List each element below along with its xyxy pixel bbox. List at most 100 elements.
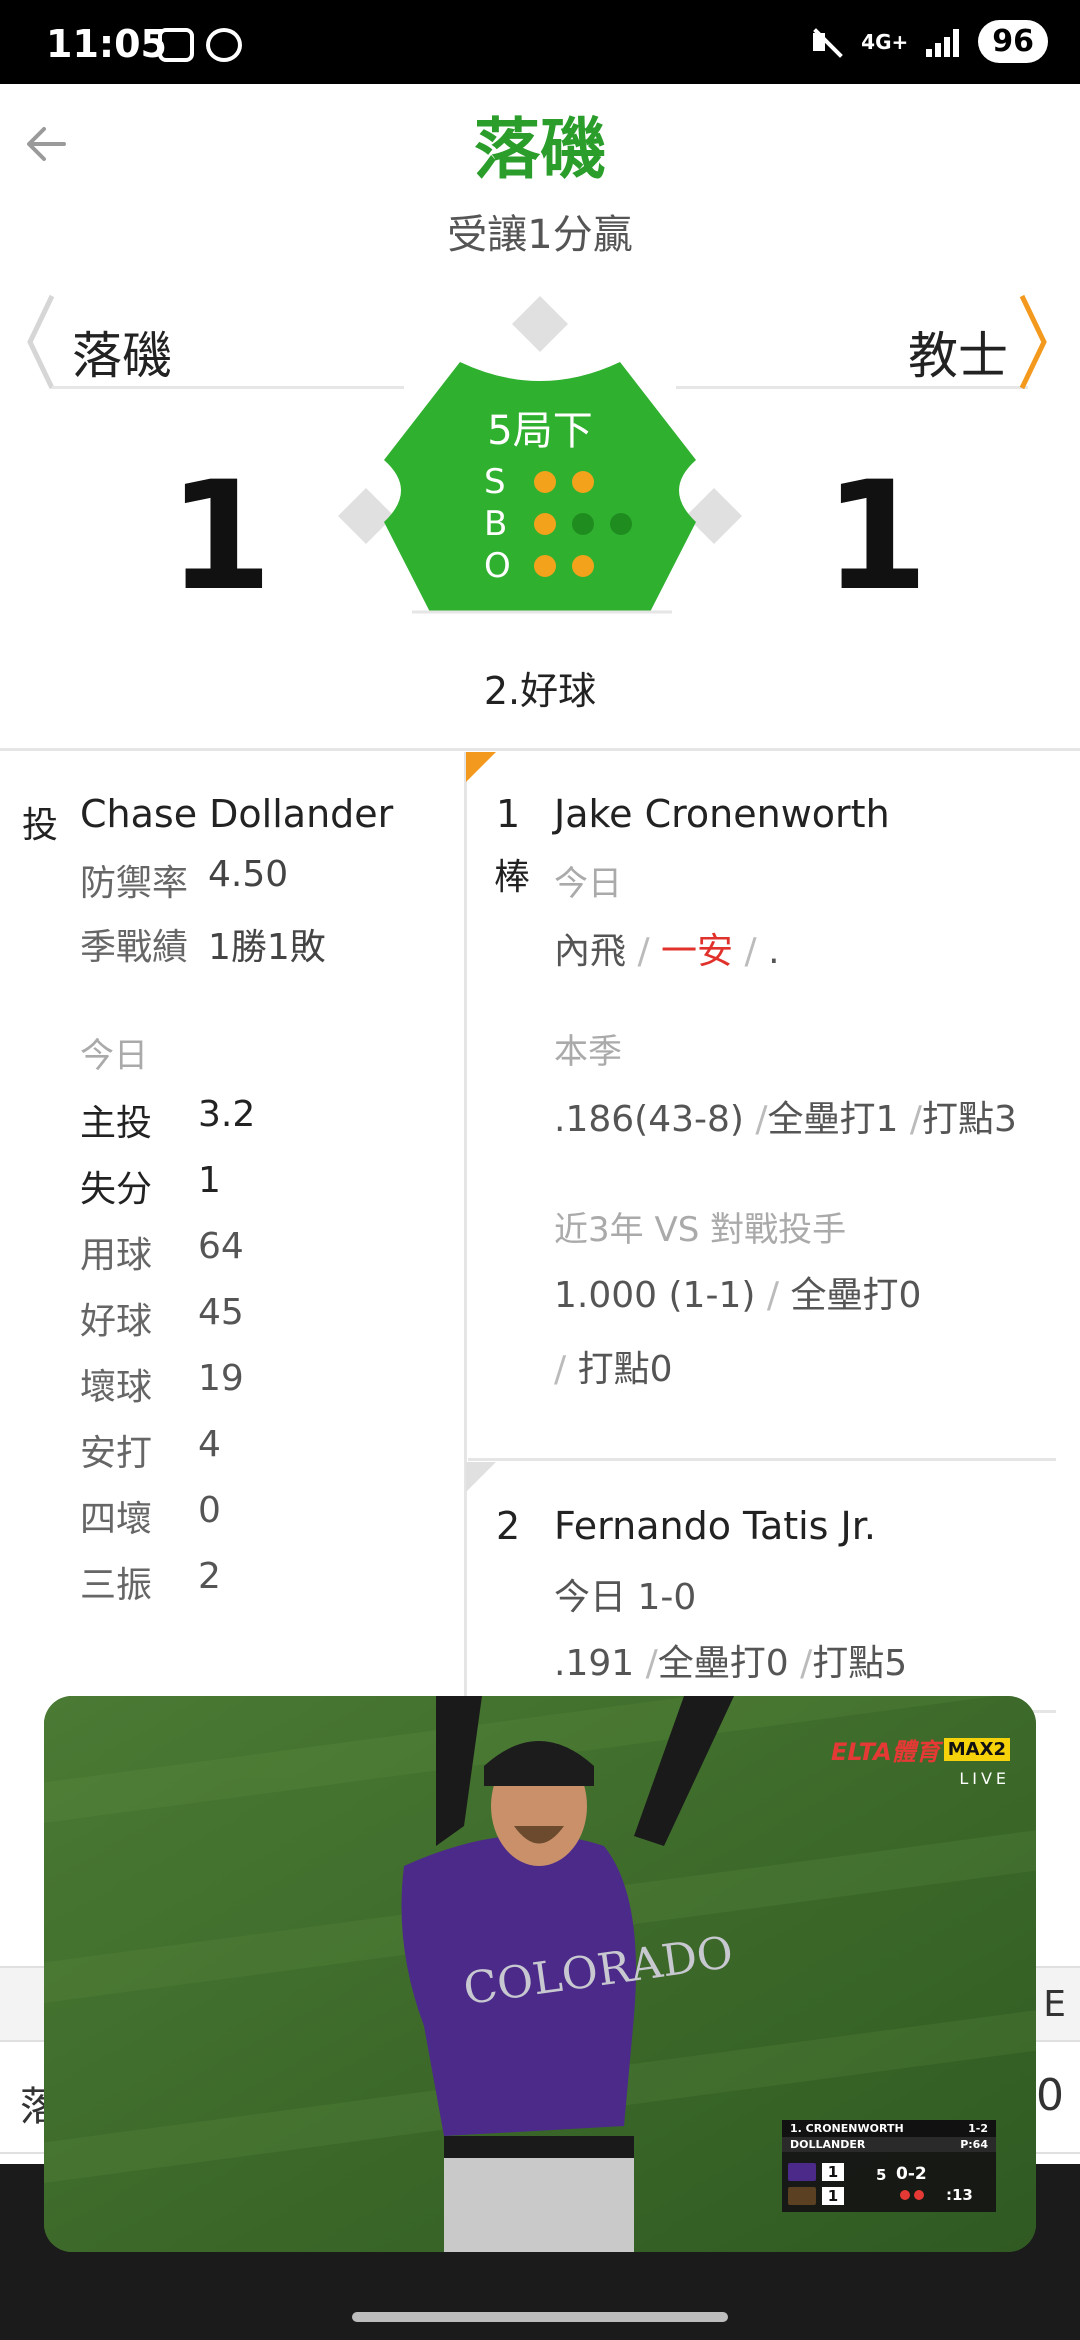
status-bar: 11:05 4G+ 96 [0, 0, 1080, 84]
channel-badge: MAX2 [943, 1738, 1010, 1761]
stat-label: 主投 [80, 1103, 153, 1144]
first-base [686, 488, 742, 544]
result-item: 內飛 [554, 931, 627, 972]
bug-batter: 1. CRONENWORTH [790, 2122, 904, 2135]
broadcast-logo: ELTA體育 MAX2 LIVE [831, 1732, 1010, 1788]
bet-result-subtitle: 受讓1分贏 [447, 212, 633, 258]
strike-dot [534, 471, 556, 493]
away-score: 1 [168, 450, 273, 624]
last-pitch-result: 2.好球 [483, 669, 597, 713]
season-hr: 全壘打1 [767, 1099, 899, 1140]
errors-column-header: E [1043, 1984, 1066, 2025]
divider [464, 752, 467, 1702]
record-value: 1勝1敗 [208, 927, 326, 968]
mute-icon [809, 25, 843, 59]
stat-value: 3.2 [198, 1094, 256, 1135]
era-value: 4.50 [208, 854, 289, 895]
battery-level: 96 [978, 20, 1048, 63]
live-label: LIVE [959, 1769, 1010, 1788]
season-rbi: 打點5 [812, 1643, 908, 1684]
bug-count: 0-2 [896, 2164, 927, 2184]
bug-pitch-clock: :13 [946, 2186, 973, 2204]
out-count: O [484, 546, 594, 586]
batter-today: 今日 1-0 [554, 1577, 697, 1618]
bug-home-score: 1 [822, 2187, 844, 2205]
batter-vs-rbi: / 打點0 [554, 1349, 673, 1390]
strike-count: S [484, 462, 594, 502]
chevron-right-icon[interactable] [1012, 292, 1052, 392]
third-base [338, 488, 394, 544]
pitcher-stat-row: 四壞 0 [80, 1490, 221, 1542]
pitcher-stat-row: 主投 3.2 [80, 1094, 255, 1146]
season-rbi: 打點3 [922, 1099, 1017, 1140]
out-dot [572, 555, 594, 577]
result-item-hit: 一安 [661, 931, 734, 972]
pitcher-era: 防禦率 4.50 [80, 854, 288, 906]
batter-marker [466, 1462, 496, 1492]
batter-vs-label: 近3年 VS 對戰投手 [554, 1210, 847, 1250]
notification-icon [206, 28, 242, 62]
out-label: O [484, 546, 511, 586]
inning-label: 5局下 [487, 408, 593, 454]
bug-away-score: 1 [822, 2163, 844, 2181]
stat-value: 19 [198, 1358, 244, 1399]
record-label: 季戰績 [80, 927, 189, 968]
bug-pitcher: DOLLANDER [790, 2138, 866, 2151]
batter-order: 1 [496, 792, 521, 836]
vs-avg: 1.000 (1-1) [554, 1275, 756, 1316]
season-avg: .191 [554, 1643, 635, 1684]
stat-label: 失分 [80, 1169, 153, 1210]
batter-season-stats: .186(43-8) /全壘打1 /打點3 [554, 1099, 1017, 1140]
batter-name[interactable]: Jake Cronenworth [554, 792, 890, 836]
divider [0, 748, 1080, 751]
away-team-name: 落磯 [72, 327, 172, 385]
stat-value: 0 [198, 1490, 221, 1531]
live-video-player[interactable]: COLORADO ELTA體育 MAX2 LIVE 1. CRONENWORTH… [44, 1696, 1036, 2252]
pitcher-record: 季戰績 1勝1敗 [80, 918, 326, 970]
batter-today-results: 內飛 / 一安 / . [554, 931, 780, 972]
season-hr: 全壘打0 [657, 1643, 789, 1684]
stat-value: 1 [198, 1160, 221, 1201]
signal-icon [926, 27, 960, 57]
bug-pitch-count: P:64 [960, 2138, 988, 2151]
pitcher-stat-row: 用球 64 [80, 1226, 244, 1278]
chevron-left-icon[interactable] [22, 292, 62, 392]
stat-label: 安打 [80, 1433, 153, 1474]
ball-dot [534, 513, 556, 535]
ball-dot [572, 513, 594, 535]
batter-today-label: 今日 [554, 864, 622, 904]
pitcher-today-label: 今日 [80, 1036, 148, 1076]
ball-label: B [484, 504, 508, 544]
stat-value: 4 [198, 1424, 221, 1465]
stat-label: 四壞 [80, 1499, 153, 1540]
bug-inning: 5 [876, 2166, 887, 2184]
pitcher-stat-row: 壞球 19 [80, 1358, 244, 1410]
vs-rbi: 打點0 [577, 1349, 673, 1390]
logo-text: ELTA體育 [830, 1738, 940, 1766]
era-label: 防禦率 [80, 863, 189, 904]
bug-batter-count: 1-2 [968, 2122, 988, 2135]
second-base [512, 296, 568, 352]
divider [468, 1458, 1056, 1461]
strike-dot [572, 471, 594, 493]
home-team-name: 教士 [908, 327, 1008, 385]
pitcher-name: Chase Dollander [80, 792, 394, 836]
screenshot-icon [158, 28, 194, 62]
ball-count: B [484, 504, 632, 544]
home-indicator[interactable] [352, 2312, 728, 2322]
page-title: 落磯 [474, 111, 606, 188]
batter-season-label: 本季 [554, 1032, 622, 1072]
current-batter-marker [466, 752, 496, 782]
home-score: 1 [824, 450, 929, 624]
network-label: 4G+ [861, 29, 909, 54]
stat-value: 45 [198, 1292, 244, 1333]
ball-dot [610, 513, 632, 535]
result-item: . [768, 931, 780, 972]
batter-name[interactable]: Fernando Tatis Jr. [554, 1504, 876, 1548]
stat-label: 好球 [80, 1301, 153, 1342]
tv-score-bug: 1. CRONENWORTH 1-2 DOLLANDER P:64 1 1 5 … [782, 2120, 996, 2212]
strike-label: S [484, 462, 506, 502]
out-dot [534, 555, 556, 577]
rockies-logo-icon [788, 2163, 816, 2181]
stat-label: 三振 [80, 1565, 153, 1606]
